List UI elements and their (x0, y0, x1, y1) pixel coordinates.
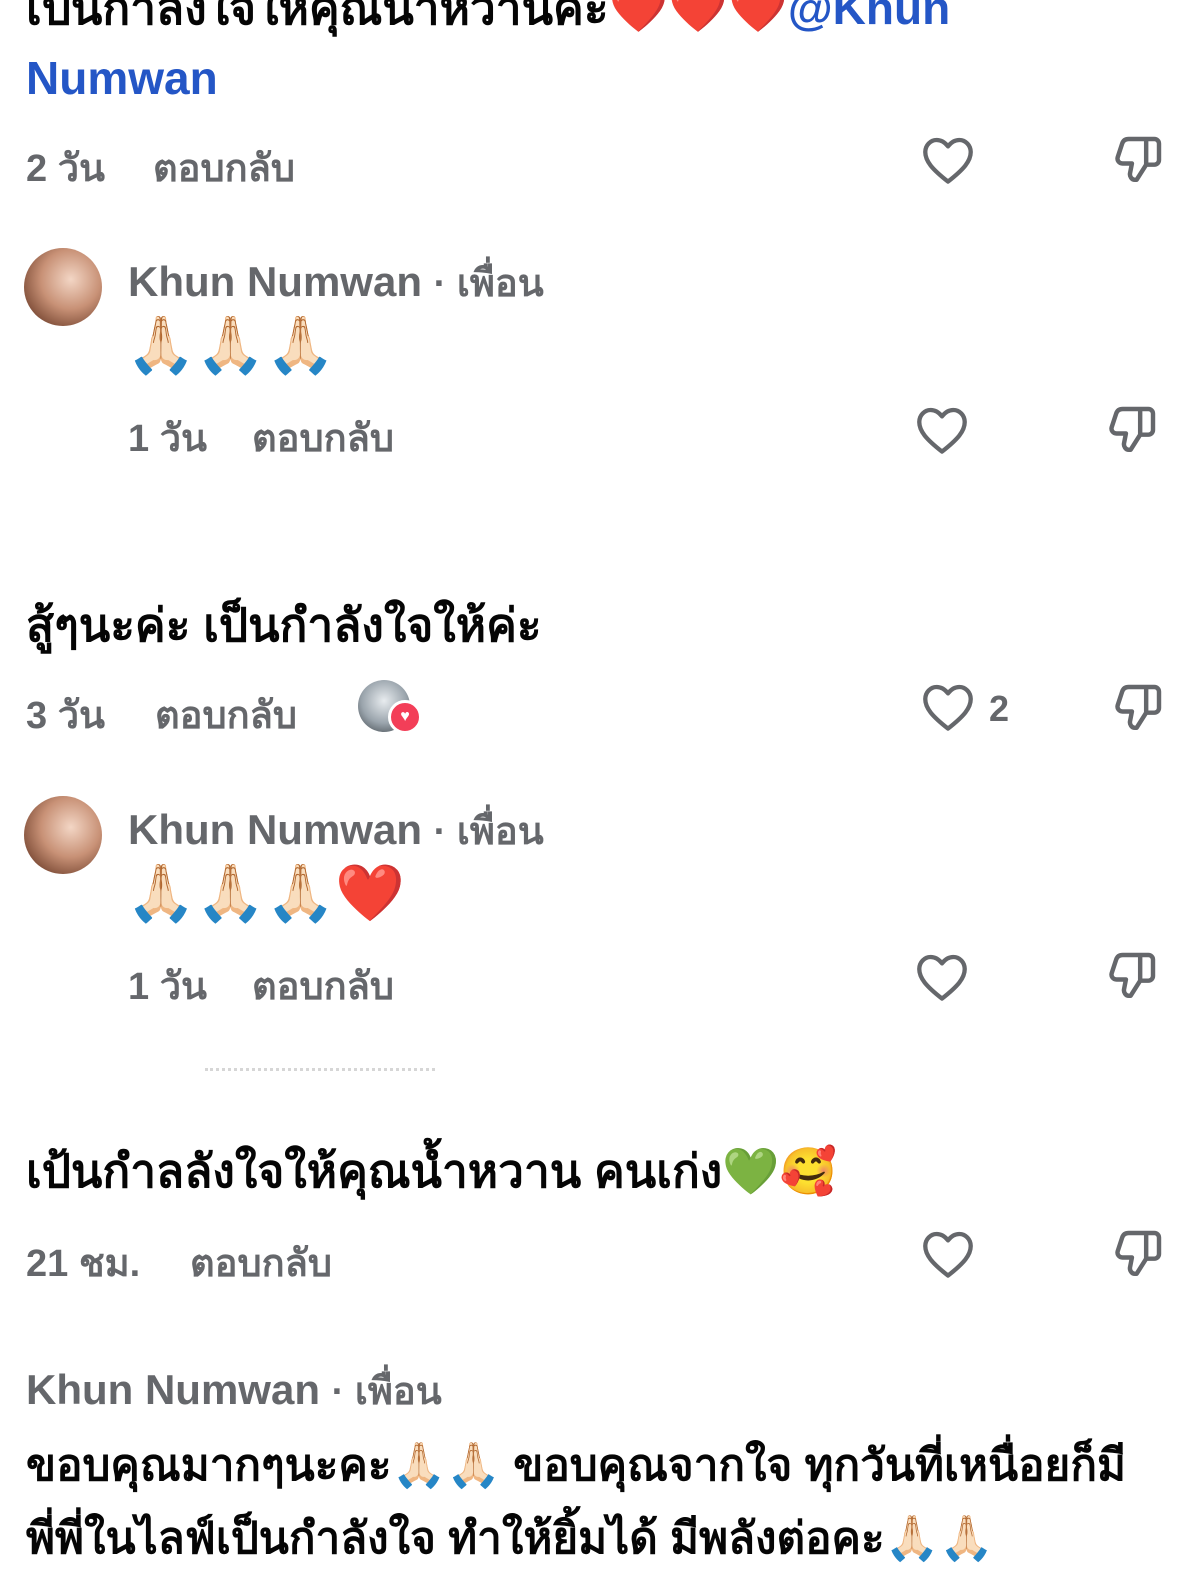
comment-2-time: 3 วัน (26, 695, 106, 737)
mention-link[interactable]: @Khun (788, 0, 950, 34)
heart-outline-icon[interactable] (920, 1229, 976, 1279)
comment-4-text-line1: ขอบคุณมากๆนะคะ🙏🏻🙏🏻 ขอบคุณจากใจ ทุกวันที่… (26, 1441, 1126, 1490)
comment-2-reply-button[interactable]: ตอบกลับ (155, 684, 297, 745)
thumbs-down-outline-icon[interactable] (1104, 948, 1160, 1004)
divider (205, 1068, 435, 1071)
like-count: 2 (989, 688, 1010, 729)
comment-1-time: 2 วัน (26, 148, 106, 190)
love-reaction-icon: ♥ (388, 700, 422, 734)
reply-2-emoji: 🙏🏻🙏🏻🙏🏻❤️ (126, 861, 405, 926)
heart-outline-icon[interactable] (914, 405, 970, 455)
reply-1-author[interactable]: Khun Numwan · เพื่อน (128, 252, 544, 313)
author-name[interactable]: Khun Numwan (128, 806, 422, 853)
reply-1-time: 1 วัน (128, 418, 208, 460)
comment-2-text: สู้ๆนะค่ะ เป็นกำลังใจให้ค่ะ (26, 599, 542, 651)
friend-badge: · เพื่อน (433, 263, 544, 305)
comment-3-time: 21 ชม. (26, 1243, 141, 1285)
avatar[interactable] (24, 796, 102, 874)
reply-2-author[interactable]: Khun Numwan · เพื่อน (128, 800, 544, 861)
thumbs-down-outline-icon[interactable] (1104, 402, 1160, 458)
comment-1-reply-button[interactable]: ตอบกลับ (153, 137, 295, 198)
reply-2-time: 1 วัน (128, 966, 208, 1008)
author-name[interactable]: Khun Numwan (128, 258, 422, 305)
friend-badge: · เพื่อน (433, 811, 544, 853)
heart-outline-icon[interactable] (920, 682, 976, 732)
comment-4-author[interactable]: Khun Numwan · เพื่อน (26, 1360, 442, 1421)
avatar[interactable] (24, 248, 102, 326)
thumbs-down-outline-icon[interactable] (1110, 1226, 1166, 1282)
reply-1-emoji: 🙏🏻🙏🏻🙏🏻 (126, 313, 336, 378)
comment-3-text: เป้นกำลลังใจให้คุณน้ำหวาน คนเก่ง💚🥰 (26, 1145, 837, 1197)
reply-2-reply-button[interactable]: ตอบกลับ (252, 955, 394, 1016)
reply-1-reply-button[interactable]: ตอบกลับ (252, 407, 394, 468)
thumbs-down-outline-icon[interactable] (1110, 132, 1166, 188)
heart-outline-icon[interactable] (914, 952, 970, 1002)
comment-1-text: เป็นกำลังใจให้คุณน้ำหวานค่ะ❤️❤️❤️@Khun (26, 0, 950, 38)
heart-outline-icon[interactable] (920, 135, 976, 185)
friend-badge: · เพื่อน (331, 1371, 442, 1413)
author-name[interactable]: Khun Numwan (26, 1366, 320, 1413)
mention-link-continued[interactable]: Numwan (26, 50, 218, 106)
comment-3-reply-button[interactable]: ตอบกลับ (190, 1232, 332, 1293)
thumbs-down-outline-icon[interactable] (1110, 680, 1166, 736)
comment-1-body: เป็นกำลังใจให้คุณน้ำหวานค่ะ (26, 0, 609, 34)
comment-4-text-line2: พี่พี่ในไลฟ์เป็นกำลังใจ ทำให้ยิ้มได้ มีพ… (26, 1514, 995, 1563)
comment-1-hearts: ❤️❤️❤️ (608, 0, 788, 36)
